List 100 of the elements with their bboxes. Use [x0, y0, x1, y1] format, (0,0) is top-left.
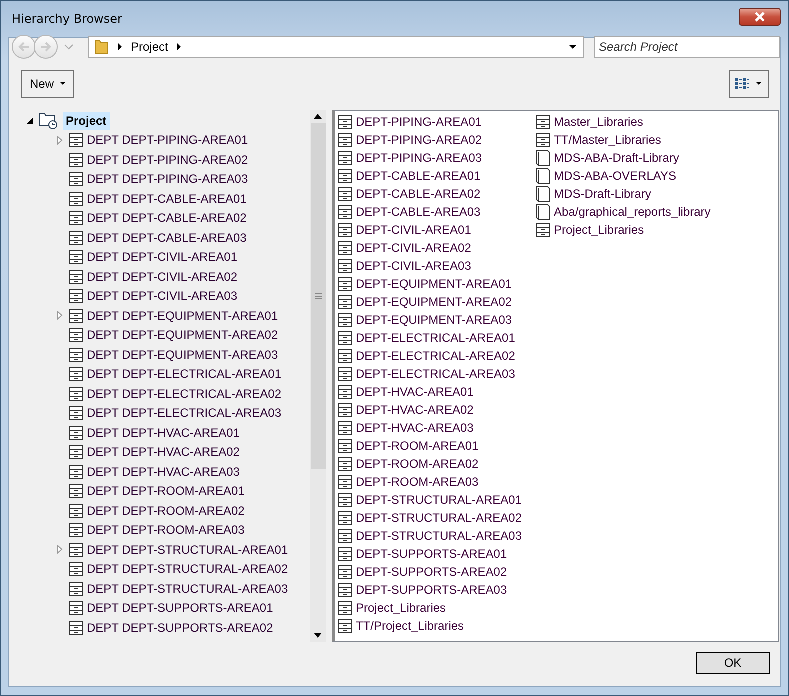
- ok-button[interactable]: OK: [696, 652, 770, 674]
- tree-item[interactable]: DEPT DEPT-CABLE-AREA01: [87, 192, 247, 206]
- cabinet-icon: [338, 205, 352, 219]
- cabinet-icon: [69, 601, 83, 616]
- tree-item[interactable]: DEPT DEPT-ROOM-AREA03: [87, 523, 245, 538]
- tree-item[interactable]: DEPT DEPT-ELECTRICAL-AREA03: [87, 406, 282, 420]
- tree-item[interactable]: DEPT DEPT-STRUCTURAL-AREA03: [87, 582, 288, 596]
- cabinet-icon: [338, 475, 352, 489]
- new-button[interactable]: New: [21, 70, 74, 98]
- cabinet-icon: [338, 511, 352, 525]
- tree-item[interactable]: DEPT DEPT-CIVIL-AREA02: [87, 270, 238, 284]
- tree-root-item[interactable]: Project: [63, 112, 110, 130]
- list-item[interactable]: DEPT-HVAC-AREA03: [356, 421, 474, 435]
- tree-item[interactable]: DEPT DEPT-ROOM-AREA01: [87, 484, 245, 498]
- tree-item[interactable]: DEPT DEPT-EQUIPMENT-AREA01: [87, 308, 278, 323]
- address-bar[interactable]: Project: [88, 36, 584, 58]
- list-item[interactable]: DEPT-ROOM-AREA03: [356, 475, 479, 489]
- list-item[interactable]: DEPT-EQUIPMENT-AREA03: [356, 313, 512, 327]
- list-item[interactable]: DEPT-CABLE-AREA03: [356, 205, 481, 219]
- cabinet-icon: [338, 385, 352, 399]
- folder-icon: [95, 39, 109, 55]
- list-item[interactable]: DEPT-STRUCTURAL-AREA02: [356, 511, 522, 525]
- cabinet-icon: [69, 484, 83, 498]
- list-item[interactable]: DEPT-EQUIPMENT-AREA01: [356, 277, 512, 291]
- list-item[interactable]: DEPT-ELECTRICAL-AREA03: [356, 367, 516, 381]
- cabinet-icon: [338, 313, 352, 327]
- history-dropdown-icon[interactable]: [64, 44, 74, 50]
- view-options-button[interactable]: [729, 70, 769, 98]
- tree-item[interactable]: DEPT DEPT-HVAC-AREA01: [87, 426, 240, 440]
- cabinet-icon: [338, 151, 352, 165]
- tree-item[interactable]: DEPT DEPT-CABLE-AREA02: [87, 211, 247, 226]
- cabinet-icon: [536, 133, 550, 147]
- collapse-arrow-icon[interactable]: [27, 116, 33, 125]
- cabinet-icon: [69, 504, 83, 518]
- cabinet-icon: [338, 349, 352, 363]
- search-field[interactable]: Search Project: [594, 36, 780, 58]
- tree-item[interactable]: DEPT DEPT-SUPPORTS-AREA02: [87, 620, 274, 635]
- list-item[interactable]: DEPT-STRUCTURAL-AREA01: [356, 493, 522, 507]
- list-item[interactable]: Master_Libraries: [554, 115, 644, 129]
- list-item[interactable]: MDS-ABA-Draft-Library: [554, 151, 680, 165]
- list-item[interactable]: Aba/graphical_reports_library: [554, 205, 711, 219]
- cabinet-icon: [69, 445, 83, 460]
- list-item[interactable]: DEPT-CIVIL-AREA02: [356, 241, 472, 255]
- tree-item[interactable]: DEPT DEPT-PIPING-AREA02: [87, 152, 248, 167]
- scroll-down-icon[interactable]: [314, 633, 322, 638]
- list-item[interactable]: DEPT-STRUCTURAL-AREA03: [356, 529, 522, 543]
- tree-item[interactable]: DEPT DEPT-EQUIPMENT-AREA03: [87, 348, 278, 362]
- list-item[interactable]: DEPT-CABLE-AREA01: [356, 169, 481, 183]
- list-item[interactable]: Project_Libraries: [554, 223, 644, 237]
- tree-item[interactable]: DEPT DEPT-HVAC-AREA02: [87, 445, 240, 460]
- list-item[interactable]: Project_Libraries: [356, 601, 446, 615]
- list-item[interactable]: DEPT-HVAC-AREA01: [356, 385, 474, 399]
- dropdown-arrow-icon[interactable]: [569, 44, 577, 50]
- tree-item[interactable]: DEPT DEPT-SUPPORTS-AREA01: [87, 601, 274, 616]
- tree-item[interactable]: DEPT DEPT-ELECTRICAL-AREA01: [87, 367, 282, 382]
- scroll-up-icon[interactable]: [314, 114, 322, 119]
- list-item[interactable]: TT/Project_Libraries: [356, 619, 464, 633]
- expand-arrow-icon[interactable]: [57, 545, 63, 554]
- tree-item[interactable]: DEPT DEPT-EQUIPMENT-AREA02: [87, 328, 278, 342]
- list-item[interactable]: DEPT-CIVIL-AREA01: [356, 223, 472, 237]
- expand-arrow-icon[interactable]: [57, 311, 63, 320]
- back-button[interactable]: [12, 35, 36, 59]
- list-item[interactable]: DEPT-ROOM-AREA02: [356, 457, 479, 471]
- list-item[interactable]: DEPT-SUPPORTS-AREA02: [356, 565, 508, 579]
- cabinet-icon: [69, 620, 83, 635]
- tree-item[interactable]: DEPT DEPT-ROOM-AREA02: [87, 504, 245, 518]
- tree-item[interactable]: DEPT DEPT-PIPING-AREA03: [87, 172, 248, 186]
- list-item[interactable]: DEPT-HVAC-AREA02: [356, 403, 474, 417]
- tree-item[interactable]: DEPT DEPT-CABLE-AREA03: [87, 230, 247, 245]
- expand-arrow-icon[interactable]: [57, 136, 63, 145]
- list-item[interactable]: DEPT-PIPING-AREA01: [356, 115, 482, 129]
- list-item[interactable]: DEPT-PIPING-AREA03: [356, 151, 482, 165]
- close-button[interactable]: [739, 8, 781, 26]
- tree-item[interactable]: DEPT DEPT-STRUCTURAL-AREA02: [87, 562, 288, 576]
- list-item[interactable]: DEPT-SUPPORTS-AREA01: [356, 547, 508, 561]
- tree-item[interactable]: DEPT DEPT-STRUCTURAL-AREA01: [87, 542, 288, 557]
- list-item[interactable]: TT/Master_Libraries: [554, 133, 662, 147]
- cabinet-icon: [338, 529, 352, 543]
- list-item[interactable]: DEPT-ELECTRICAL-AREA01: [356, 331, 516, 345]
- tree-item[interactable]: DEPT DEPT-CIVIL-AREA01: [87, 250, 238, 264]
- list-item[interactable]: DEPT-ROOM-AREA01: [356, 439, 479, 453]
- cabinet-icon: [338, 619, 352, 633]
- back-arrow-icon: [18, 42, 30, 52]
- forward-button[interactable]: [34, 35, 58, 59]
- tree-item[interactable]: DEPT DEPT-ELECTRICAL-AREA02: [87, 386, 282, 401]
- list-item[interactable]: DEPT-PIPING-AREA02: [356, 133, 482, 147]
- list-item[interactable]: MDS-Draft-Library: [554, 187, 652, 201]
- list-item[interactable]: DEPT-EQUIPMENT-AREA02: [356, 295, 512, 309]
- list-item[interactable]: DEPT-ELECTRICAL-AREA02: [356, 349, 516, 363]
- list-item[interactable]: DEPT-CIVIL-AREA03: [356, 259, 472, 273]
- breadcrumb-link[interactable]: Project: [131, 40, 168, 54]
- list-item[interactable]: DEPT-CABLE-AREA02: [356, 187, 481, 201]
- list-item[interactable]: MDS-ABA-OVERLAYS: [554, 169, 677, 183]
- list-item[interactable]: DEPT-SUPPORTS-AREA03: [356, 583, 508, 597]
- tree-item[interactable]: DEPT DEPT-PIPING-AREA01: [87, 133, 248, 148]
- cabinet-icon: [69, 152, 83, 167]
- cabinet-icon: [69, 523, 83, 538]
- tree-item[interactable]: DEPT DEPT-CIVIL-AREA03: [87, 289, 238, 304]
- tree-item[interactable]: DEPT DEPT-HVAC-AREA03: [87, 464, 240, 479]
- cabinet-icon: [536, 223, 550, 237]
